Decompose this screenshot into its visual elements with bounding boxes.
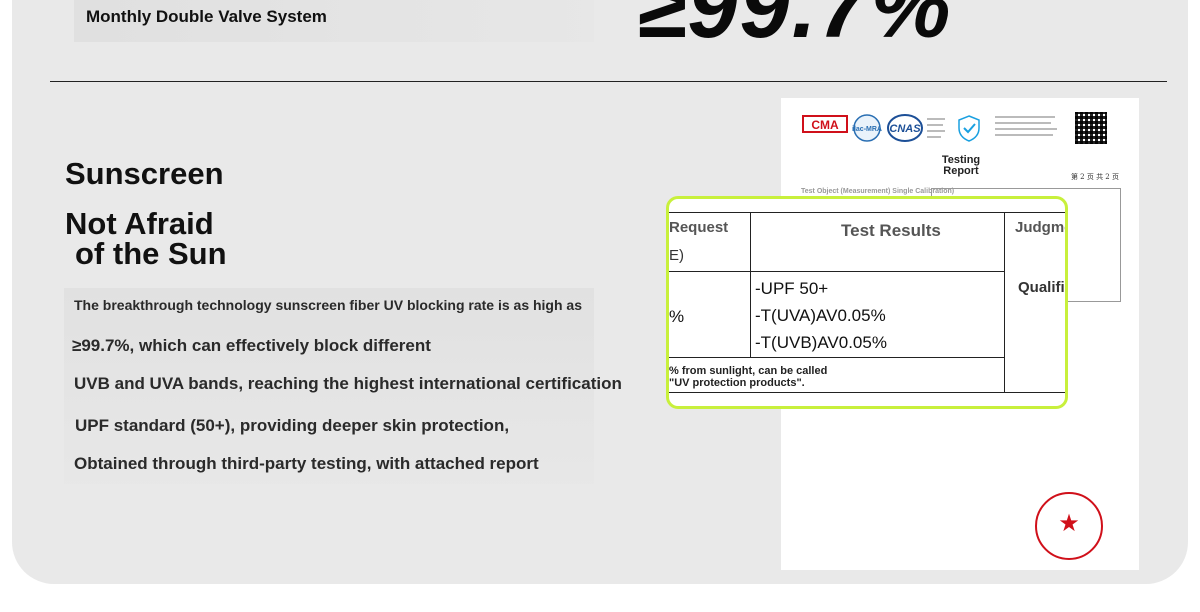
- system-label: Monthly Double Valve System: [86, 7, 327, 26]
- request-paren: E): [669, 247, 684, 264]
- star-icon: ★: [1058, 510, 1080, 537]
- result-note-line-2: "UV protection products".: [669, 377, 805, 389]
- result-uva: -T(UVA)AV0.05%: [755, 306, 886, 325]
- table-line: [669, 392, 1065, 393]
- table-line: [1004, 212, 1005, 392]
- judgment-header: Judgment: [1015, 219, 1065, 236]
- headline-of-the-sun: of the Sun: [75, 236, 227, 271]
- testing-badge-logo: [958, 115, 980, 142]
- qr-code: [1075, 112, 1107, 144]
- body-line-5: Obtained through third-party testing, wi…: [74, 454, 539, 473]
- body-line-4: UPF standard (50+), providing deeper ski…: [75, 416, 510, 435]
- body-line-1: The breakthrough technology sunscreen fi…: [74, 297, 582, 313]
- report-page-number: 第 2 页 共 2 页: [1070, 173, 1119, 181]
- headline-sunscreen: Sunscreen: [65, 156, 224, 191]
- table-line: [669, 271, 1004, 272]
- svg-text:CNAS: CNAS: [889, 123, 921, 135]
- table-line: [669, 357, 1004, 358]
- result-note: % from sunlight, can be called "UV prote…: [669, 365, 827, 389]
- cma-logo: CMA: [802, 115, 848, 133]
- certification-logos: CMA ilac-MRA CNAS: [802, 114, 1057, 142]
- svg-text:CMA: CMA: [811, 118, 839, 132]
- ilac-mra-logo: ilac-MRA: [852, 114, 882, 142]
- body-line-3: UVB and UVA bands, reaching the highest …: [74, 374, 622, 393]
- table-line: [750, 212, 751, 357]
- result-uvb: -T(UVB)AV0.05%: [755, 333, 887, 352]
- cnas-logo: CNAS: [887, 114, 923, 142]
- request-percent: %: [669, 307, 685, 326]
- section-divider: [50, 81, 1167, 82]
- results-header: Test Results: [841, 221, 941, 240]
- report-zoom-callout: Request Test Results Judgment E) % -UPF …: [666, 196, 1068, 409]
- result-upf: -UPF 50+: [755, 279, 829, 298]
- report-header-text-lines: [927, 116, 1057, 138]
- blocking-rate-stat: ≥99.7%: [636, 0, 953, 57]
- result-note-line-1: % from sunlight, can be called: [669, 365, 828, 377]
- table-line: [669, 212, 1065, 213]
- body-line-2: ≥99.7%, which can effectively block diff…: [72, 336, 431, 355]
- svg-text:ilac-MRA: ilac-MRA: [852, 126, 882, 133]
- official-seal: ★: [1035, 492, 1103, 560]
- request-header: Request: [669, 219, 729, 236]
- judgment-qualified: Qualified: [1018, 279, 1065, 296]
- report-title: Testing Report: [941, 154, 981, 177]
- headline-not-afraid: Not Afraid: [65, 206, 214, 241]
